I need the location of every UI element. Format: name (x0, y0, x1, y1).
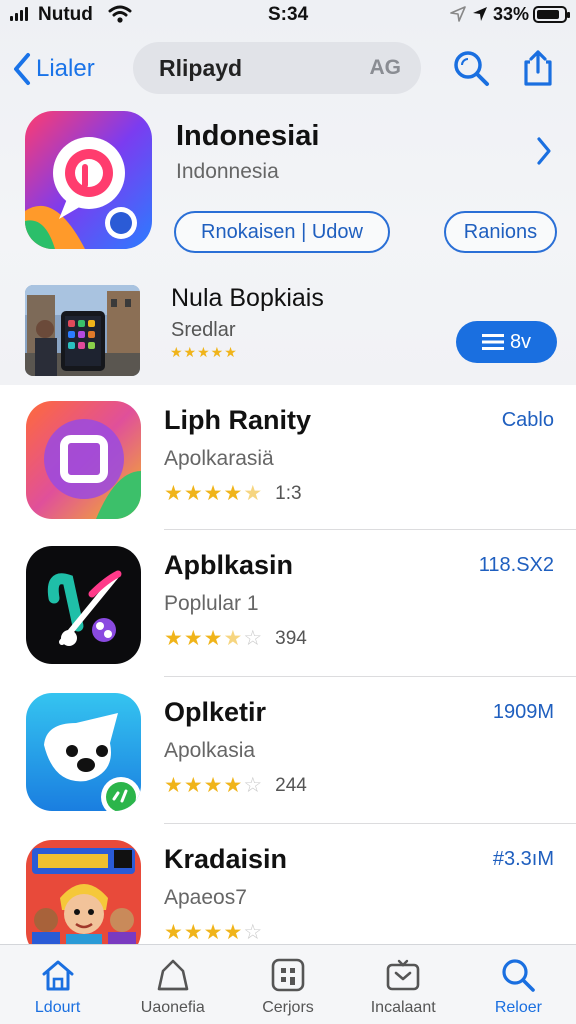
featured2-subtitle: Sredlar (171, 319, 236, 341)
search-icon (454, 51, 489, 86)
clock: S:34 (268, 4, 309, 25)
featured2-get-button[interactable]: 8v (456, 321, 557, 363)
app-icon (26, 693, 141, 811)
featured-secondary-button-label: Ranions (463, 220, 538, 243)
app-icon (26, 401, 141, 519)
games-icon (157, 959, 189, 991)
chevron-left-icon (14, 53, 30, 85)
updates-icon (386, 959, 420, 991)
featured-primary-button-label: Rnokaisen | Udow (201, 220, 363, 243)
app-action-button[interactable]: #3.3ıM (493, 848, 554, 871)
rating-stars: ★★★★☆ (164, 921, 264, 944)
cartoon-characters-icon (26, 840, 141, 958)
status-bar: Nutud S:34 33% (0, 0, 576, 32)
featured-app-subtitle: Indonnesia (176, 160, 279, 183)
chevron-right-icon[interactable] (536, 136, 552, 166)
tab-apps[interactable]: Cerjors (230, 945, 345, 1024)
tab-label: Uaonefia (140, 999, 205, 1016)
featured-primary-button[interactable]: Rnokaisen | Udow (174, 211, 390, 253)
back-button-label: Lialer (36, 55, 95, 82)
app-category: Poplular 1 (164, 592, 259, 615)
rating-stars: ★★★★☆ (164, 774, 264, 797)
search-badge: AG (369, 56, 402, 79)
location-icon (473, 7, 487, 21)
share-icon (524, 50, 552, 86)
app-category: Apolkasia (164, 739, 256, 762)
app-list-item[interactable]: Oplketir Apolkasia ★★★★☆ 244 1909M (0, 677, 576, 823)
app-name: Liph Ranity (164, 405, 311, 435)
app-rating: ★★★★☆ (164, 920, 275, 945)
app-name: Apblkasin (164, 550, 294, 580)
app-rating: ★★★★★ 1:3 (164, 481, 302, 506)
back-button[interactable]: Lialer (12, 50, 95, 88)
search-button[interactable] (451, 48, 491, 88)
app-category: Apaeos7 (164, 886, 247, 909)
square-logo-icon (26, 401, 141, 519)
share-button[interactable] (518, 48, 558, 88)
app-icon (26, 840, 141, 958)
rating-stars: ★★★★★ (164, 482, 264, 505)
carrier-name: Nutud (38, 4, 93, 25)
featured-app-icon[interactable] (25, 111, 152, 249)
featured2-thumbnail[interactable] (25, 285, 140, 376)
search-icon (502, 959, 536, 992)
tab-label: Reloer (494, 999, 542, 1016)
tab-search[interactable]: Reloer (461, 945, 576, 1024)
apps-icon (271, 958, 305, 992)
app-rating: ★★★★☆ 394 (164, 626, 307, 651)
rating-count: 244 (275, 774, 307, 796)
street-photo-image (25, 285, 140, 376)
list-icon (481, 334, 504, 350)
app-category: Apolkarasiä (164, 447, 274, 470)
search-field[interactable]: Rlipayd AG (133, 42, 421, 94)
home-icon (42, 960, 74, 991)
rating-stars: ★★★★☆ (164, 627, 264, 650)
location-outline-icon (450, 6, 466, 22)
rating-count: 394 (275, 627, 307, 649)
tab-label: Cerjors (262, 999, 314, 1016)
tab-bar: Ldourt Uaonefia Cerjors Incalaant Reloer (0, 944, 576, 1024)
battery-icon (533, 6, 570, 23)
featured-secondary-button[interactable]: Ranions (444, 211, 557, 253)
chat-bubble-icon (25, 111, 152, 249)
app-rating: ★★★★☆ 244 (164, 773, 307, 798)
percent-logo-icon (26, 546, 141, 664)
app-name: Oplketir (164, 697, 267, 727)
tab-label: Ldourt (34, 999, 81, 1016)
app-list-item[interactable]: Apblkasin Poplular 1 ★★★★☆ 394 118.SX2 (0, 530, 576, 676)
app-icon (26, 546, 141, 664)
mascot-logo-icon (26, 693, 141, 811)
app-action-button[interactable]: 1909M (493, 701, 554, 724)
search-query-text: Rlipayd (159, 54, 243, 81)
tab-updates[interactable]: Incalaant (346, 945, 461, 1024)
tab-label: Incalaant (370, 999, 436, 1016)
featured2-rating-stars: ★★★★★ (170, 344, 238, 360)
featured2-title: Nula Bopkiais (171, 284, 324, 312)
featured-app-title: Indonesiai (176, 120, 320, 152)
battery-percentage: 33% (493, 4, 530, 24)
app-list-item[interactable]: Liph Ranity Apolkarasiä ★★★★★ 1:3 Cablo (0, 385, 576, 531)
rating-count: 1:3 (275, 482, 302, 504)
tab-today[interactable]: Ldourt (0, 945, 115, 1024)
app-name: Kradaisin (164, 844, 288, 874)
app-action-button[interactable]: Cablo (502, 409, 554, 432)
tab-games[interactable]: Uaonefia (115, 945, 230, 1024)
cellular-signal-icon (10, 7, 28, 21)
featured2-get-label: 8v (509, 330, 532, 353)
wifi-icon (108, 5, 132, 23)
app-action-button[interactable]: 118.SX2 (479, 554, 554, 577)
